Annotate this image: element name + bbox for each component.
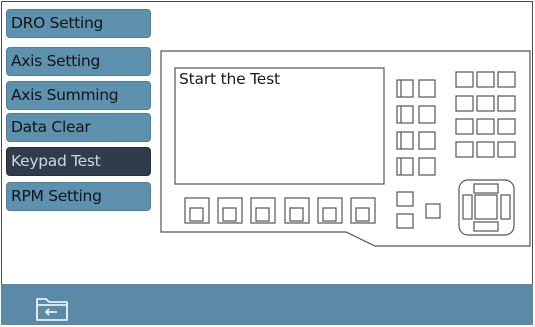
- number-keypad: [455, 71, 516, 158]
- direction-pad: [458, 179, 515, 236]
- function-keys: [396, 191, 441, 229]
- soft-key: [217, 197, 243, 224]
- soft-key: [184, 197, 210, 224]
- bottom-bar: [1, 284, 533, 325]
- soft-key: [284, 197, 310, 224]
- folder-back-icon[interactable]: [35, 293, 71, 323]
- axis-keys: [396, 79, 436, 176]
- keypad-diagram: [160, 50, 531, 247]
- soft-key: [350, 197, 376, 224]
- soft-key: [317, 197, 343, 224]
- soft-key: [250, 197, 276, 224]
- soft-keys: [184, 197, 376, 224]
- display-message: Start the Test: [179, 70, 280, 88]
